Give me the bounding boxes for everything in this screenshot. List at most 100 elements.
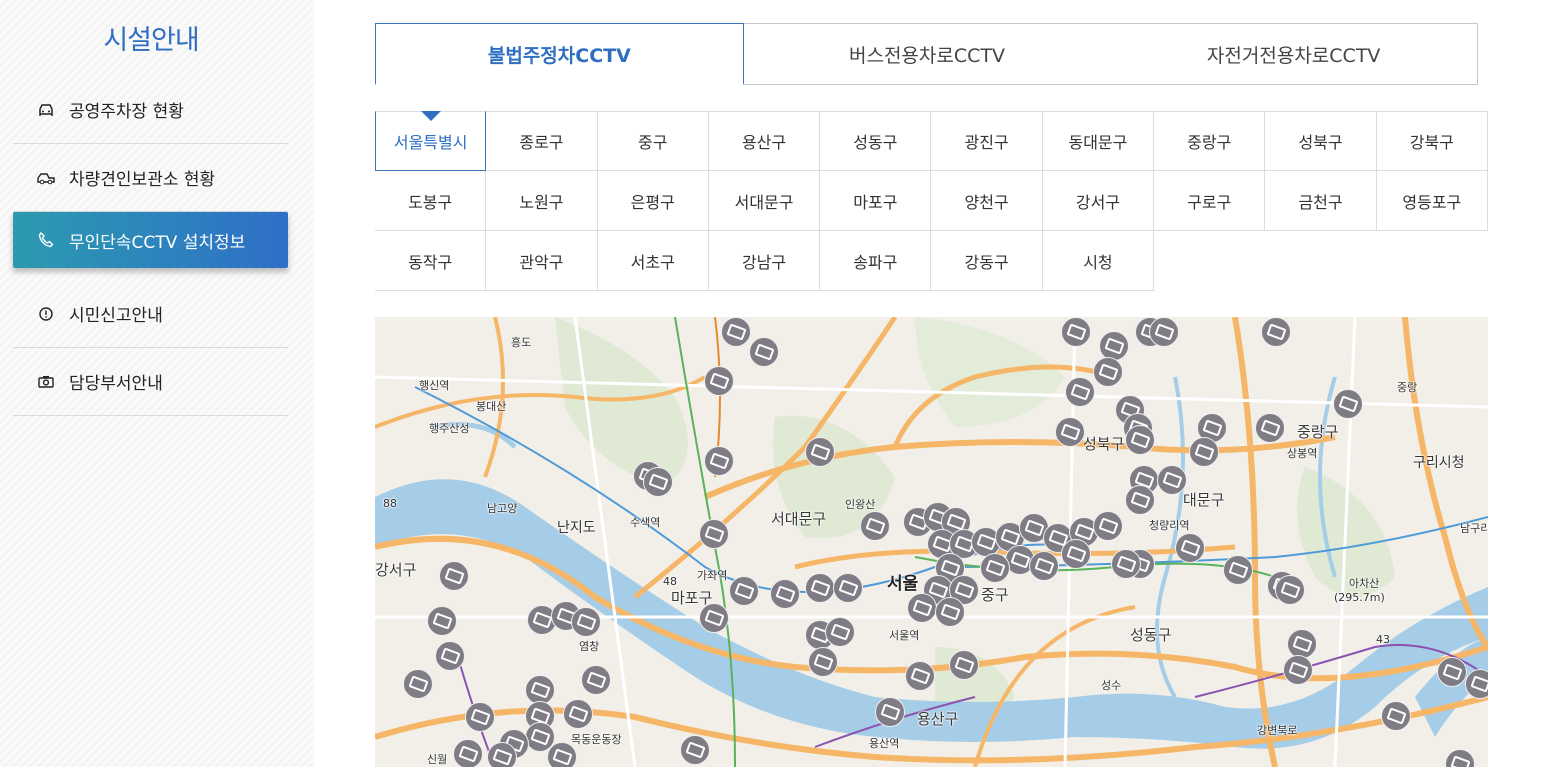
cctv-marker[interactable] bbox=[1333, 389, 1363, 419]
cctv-marker[interactable] bbox=[1093, 357, 1123, 387]
district-songpa[interactable]: 송파구 bbox=[820, 231, 932, 291]
cctv-marker[interactable] bbox=[770, 579, 800, 609]
district-gwangjin[interactable]: 광진구 bbox=[931, 111, 1043, 171]
cctv-marker[interactable] bbox=[1283, 655, 1313, 685]
cctv-marker[interactable] bbox=[805, 573, 835, 603]
district-seocho[interactable]: 서초구 bbox=[597, 231, 709, 291]
cctv-marker[interactable] bbox=[680, 735, 710, 765]
tab-bike-lane-cctv[interactable]: 자전거전용차로CCTV bbox=[1110, 24, 1477, 84]
cctv-marker[interactable] bbox=[1381, 701, 1411, 731]
district-dobong[interactable]: 도봉구 bbox=[375, 171, 487, 231]
cctv-marker[interactable] bbox=[1437, 657, 1467, 687]
cctv-marker[interactable] bbox=[699, 603, 729, 633]
cctv-marker[interactable] bbox=[563, 699, 593, 729]
cctv-marker[interactable] bbox=[980, 553, 1010, 583]
side-menu: 공영주차장 현황 차량견인보관소 현황 무인단속CCTV 설치정보 시민신고안내… bbox=[13, 76, 288, 416]
cctv-marker[interactable] bbox=[749, 337, 779, 367]
district-gangseo[interactable]: 강서구 bbox=[1042, 171, 1155, 231]
cctv-marker[interactable] bbox=[581, 665, 611, 695]
cctv-marker[interactable] bbox=[704, 446, 734, 476]
cctv-marker[interactable] bbox=[1125, 485, 1155, 515]
cctv-marker[interactable] bbox=[1149, 317, 1179, 347]
district-mapo[interactable]: 마포구 bbox=[820, 171, 932, 231]
cctv-marker[interactable] bbox=[935, 597, 965, 627]
district-gangnam[interactable]: 강남구 bbox=[708, 231, 821, 291]
cctv-marker[interactable] bbox=[547, 742, 577, 767]
district-dongjak[interactable]: 동작구 bbox=[375, 231, 487, 291]
district-gangdong[interactable]: 강동구 bbox=[931, 231, 1043, 291]
sidebar-item-cctv-info[interactable]: 무인단속CCTV 설치정보 bbox=[13, 212, 288, 268]
district-jung[interactable]: 중구 bbox=[597, 111, 709, 171]
cctv-marker[interactable] bbox=[1255, 413, 1285, 443]
cctv-marker[interactable] bbox=[699, 519, 729, 549]
district-seongbuk[interactable]: 성북구 bbox=[1265, 111, 1377, 171]
cctv-marker[interactable] bbox=[465, 702, 495, 732]
cctv-marker[interactable] bbox=[1275, 575, 1305, 605]
district-yeongdeungpo[interactable]: 영등포구 bbox=[1376, 171, 1488, 231]
cctv-marker[interactable] bbox=[487, 742, 517, 767]
district-jongno[interactable]: 종로구 bbox=[486, 111, 598, 171]
sidebar-item-public-parking[interactable]: 공영주차장 현황 bbox=[13, 76, 288, 144]
map-label-sangbong-station: 상봉역 bbox=[1287, 447, 1318, 460]
district-geumcheon[interactable]: 금천구 bbox=[1265, 171, 1377, 231]
district-yongsan[interactable]: 용산구 bbox=[708, 111, 821, 171]
cctv-map[interactable]: 흥도 행신역 봉대산 행주산성 88 남고양 난지도 수색역 강서구 가좌역 4… bbox=[375, 317, 1488, 767]
cctv-marker[interactable] bbox=[1061, 539, 1091, 569]
cctv-marker[interactable] bbox=[1065, 377, 1095, 407]
cctv-marker[interactable] bbox=[721, 317, 751, 347]
district-yangcheon[interactable]: 양천구 bbox=[931, 171, 1043, 231]
district-jungnang[interactable]: 중랑구 bbox=[1154, 111, 1266, 171]
cctv-marker[interactable] bbox=[403, 669, 433, 699]
map-label-haengsin-station: 행신역 bbox=[419, 379, 450, 392]
cctv-marker[interactable] bbox=[427, 606, 457, 636]
district-gangbuk[interactable]: 강북구 bbox=[1376, 111, 1488, 171]
district-seoul[interactable]: 서울특별시 bbox=[375, 111, 487, 171]
cctv-marker[interactable] bbox=[905, 661, 935, 691]
cctv-marker[interactable] bbox=[1125, 425, 1155, 455]
cctv-marker[interactable] bbox=[1223, 555, 1253, 585]
cctv-marker[interactable] bbox=[453, 739, 483, 767]
cctv-marker[interactable] bbox=[1157, 465, 1187, 495]
sidebar-item-tow-storage[interactable]: 차량견인보관소 현황 bbox=[13, 144, 288, 212]
district-gwanak[interactable]: 관악구 bbox=[486, 231, 598, 291]
district-eunpyeong[interactable]: 은평구 bbox=[597, 171, 709, 231]
cctv-marker[interactable] bbox=[704, 366, 734, 396]
cctv-marker[interactable] bbox=[907, 593, 937, 623]
cctv-marker[interactable] bbox=[805, 437, 835, 467]
sidebar-item-citizen-report[interactable]: 시민신고안내 bbox=[13, 280, 288, 348]
cctv-marker[interactable] bbox=[860, 511, 890, 541]
district-seodaemun[interactable]: 서대문구 bbox=[708, 171, 821, 231]
cctv-marker[interactable] bbox=[435, 641, 465, 671]
district-city-hall[interactable]: 시청 bbox=[1042, 231, 1155, 291]
district-dongdaemun[interactable]: 동대문구 bbox=[1042, 111, 1155, 171]
cctv-marker[interactable] bbox=[949, 650, 979, 680]
cctv-marker[interactable] bbox=[1287, 629, 1317, 659]
cctv-marker[interactable] bbox=[875, 697, 905, 727]
map-label-guri-cityhall: 구리시청 bbox=[1413, 455, 1465, 471]
district-guro[interactable]: 구로구 bbox=[1154, 171, 1266, 231]
cctv-marker[interactable] bbox=[1029, 551, 1059, 581]
cctv-marker[interactable] bbox=[1055, 417, 1085, 447]
cctv-marker[interactable] bbox=[1175, 533, 1205, 563]
cctv-marker[interactable] bbox=[571, 607, 601, 637]
tab-illegal-parking-cctv[interactable]: 불법주정차CCTV bbox=[375, 23, 744, 85]
cctv-marker[interactable] bbox=[825, 617, 855, 647]
cctv-marker[interactable] bbox=[1261, 317, 1291, 347]
map-label-yeomchang: 염창 bbox=[579, 640, 600, 653]
cctv-marker[interactable] bbox=[1189, 437, 1219, 467]
cctv-marker[interactable] bbox=[833, 573, 863, 603]
cctv-marker[interactable] bbox=[643, 467, 673, 497]
cctv-marker[interactable] bbox=[1061, 317, 1091, 347]
cctv-marker[interactable] bbox=[808, 647, 838, 677]
cctv-marker[interactable] bbox=[1093, 511, 1123, 541]
cctv-marker[interactable] bbox=[439, 561, 469, 591]
cctv-marker[interactable] bbox=[1111, 549, 1141, 579]
district-nowon[interactable]: 노원구 bbox=[486, 171, 598, 231]
cctv-marker[interactable] bbox=[1465, 669, 1488, 699]
cctv-marker[interactable] bbox=[729, 576, 759, 606]
district-row: 동작구 관악구 서초구 강남구 송파구 강동구 시청 bbox=[375, 231, 1488, 291]
map-label-dongdaemun: 대문구 bbox=[1183, 491, 1225, 509]
tab-bus-lane-cctv[interactable]: 버스전용차로CCTV bbox=[744, 24, 1111, 84]
district-seongdong[interactable]: 성동구 bbox=[820, 111, 932, 171]
sidebar-item-department[interactable]: 담당부서안내 bbox=[13, 348, 288, 416]
